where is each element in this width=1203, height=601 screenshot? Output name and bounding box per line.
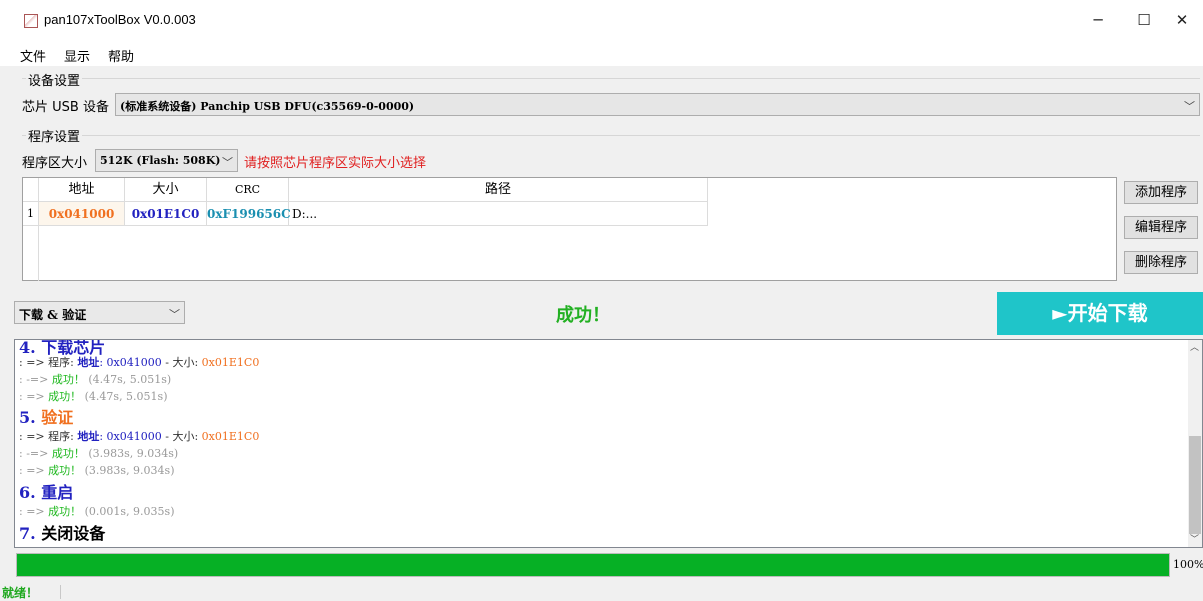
- table-cell-index: 1: [23, 202, 39, 226]
- log-step-num: 5.: [19, 408, 42, 427]
- log-ok: 成功！: [48, 464, 82, 477]
- table-cell-crc[interactable]: 0xF199656C: [207, 202, 291, 226]
- delete-program-button[interactable]: 删除程序: [1124, 251, 1198, 274]
- device-settings-divider: [22, 78, 1200, 79]
- table-header-crc: CRC: [207, 178, 289, 202]
- progress-label: 100%: [1173, 558, 1203, 571]
- log-prefix: : =>: [19, 505, 49, 518]
- chevron-down-icon: ﹀: [222, 156, 233, 169]
- chevron-down-icon: ﹀: [1184, 100, 1195, 113]
- program-table: 地址 大小 CRC 路径 1 0x041000 0x01E1C0 0xF1996…: [22, 177, 1117, 281]
- usb-device-label: 芯片 USB 设备: [22, 100, 109, 115]
- log-line: : => 程序: 地址: 0x041000 - 大小: 0x01E1C0: [19, 428, 259, 444]
- log-addr: : 0x041000: [99, 430, 162, 443]
- program-settings-divider: [22, 135, 1200, 136]
- menu-help[interactable]: 帮助: [108, 46, 134, 65]
- log-line: : => 成功！ (3.983s, 9.034s): [19, 462, 175, 478]
- close-button[interactable]: ✕: [1159, 6, 1203, 34]
- usb-device-value: (标准系统设备) Panchip USB DFU(c35569-0-0000): [120, 100, 415, 113]
- program-area-hint: 请按照芯片程序区实际大小选择: [244, 156, 427, 171]
- log-time: (0.001s, 9.035s): [81, 505, 175, 518]
- start-download-button[interactable]: ►开始下载: [997, 292, 1203, 335]
- log-line: : -=> 成功！ (4.47s, 5.051s): [19, 371, 171, 387]
- log-size: 0x01E1C0: [201, 430, 260, 443]
- scrollbar-thumb[interactable]: [1189, 436, 1201, 534]
- chevron-down-icon: ﹀: [169, 308, 180, 321]
- status-divider: [60, 585, 61, 599]
- log-ok: 成功！: [48, 390, 82, 403]
- log-sep: - 大小:: [161, 356, 202, 369]
- log-prefix: : =>: [19, 390, 49, 403]
- log-addr-label: 地址: [77, 356, 100, 369]
- app-icon: [24, 14, 38, 28]
- log-line: : => 成功！ (4.47s, 5.051s): [19, 388, 168, 404]
- table-header-index: [23, 178, 39, 202]
- menu-bar: [0, 40, 1203, 66]
- table-header-size: 大小: [125, 178, 207, 202]
- device-settings-label: 设备设置: [26, 70, 83, 89]
- download-progress-bar: [16, 553, 1170, 577]
- log-ok: 成功！: [48, 505, 82, 518]
- menu-file[interactable]: 文件: [20, 46, 46, 65]
- log-prefix: : -=>: [19, 447, 52, 460]
- status-message: 成功！: [556, 305, 610, 326]
- add-program-button[interactable]: 添加程序: [1124, 181, 1198, 204]
- table-cell-address[interactable]: 0x041000: [39, 202, 125, 226]
- log-step-title: 验证: [41, 408, 74, 427]
- log-prefix: : =>: [19, 464, 49, 477]
- table-index-column: [23, 226, 39, 281]
- table-header-address: 地址: [39, 178, 125, 202]
- log-prefix: : -=>: [19, 373, 52, 386]
- log-step-num: 7.: [19, 524, 42, 543]
- status-text: 就绪！: [2, 586, 39, 600]
- log-ok: 成功！: [51, 373, 85, 386]
- log-step-title: 关闭设备: [41, 524, 106, 543]
- log-panel[interactable]: 4. 下载芯片 : => 程序: 地址: 0x041000 - 大小: 0x01…: [14, 339, 1203, 548]
- table-cell-size[interactable]: 0x01E1C0: [125, 202, 207, 226]
- log-time: (4.47s, 5.051s): [81, 390, 168, 403]
- log-time: (3.983s, 9.034s): [81, 464, 175, 477]
- log-ok: 成功！: [51, 447, 85, 460]
- log-prefix: : => 程序:: [19, 356, 78, 369]
- program-area-value: 512K (Flash: 508K): [100, 154, 221, 167]
- edit-program-button[interactable]: 编辑程序: [1124, 216, 1198, 239]
- mode-value: 下载 & 验证: [19, 308, 87, 322]
- log-time: (4.47s, 5.051s): [84, 373, 172, 386]
- scroll-down-icon[interactable]: ﹀: [1190, 532, 1199, 545]
- log-line: : => 成功！ (0.001s, 9.035s): [19, 503, 175, 519]
- log-size: 0x01E1C0: [201, 356, 260, 369]
- log-line: : -=> 成功！ (3.983s, 9.034s): [19, 445, 178, 461]
- log-step-7: 7. 关闭设备: [19, 520, 105, 544]
- program-area-select[interactable]: 512K (Flash: 508K) ﹀: [95, 149, 238, 172]
- scroll-up-icon[interactable]: ︿: [1190, 340, 1199, 353]
- log-line: : => 程序: 地址: 0x041000 - 大小: 0x01E1C0: [19, 354, 259, 370]
- log-prefix: : => 程序:: [19, 430, 78, 443]
- log-step-5: 5. 验证: [19, 404, 73, 428]
- log-scrollbar[interactable]: ︿ ﹀: [1188, 340, 1202, 547]
- menu-view[interactable]: 显示: [64, 46, 90, 65]
- progress-fill: [17, 554, 1169, 576]
- table-header-path: 路径: [289, 178, 708, 202]
- program-settings-label: 程序设置: [26, 126, 83, 145]
- log-addr: : 0x041000: [99, 356, 162, 369]
- mode-select[interactable]: 下载 & 验证 ﹀: [14, 301, 185, 324]
- minimize-button[interactable]: ─: [1075, 6, 1121, 34]
- program-area-label: 程序区大小: [22, 156, 88, 171]
- log-step-6: 6. 重启: [19, 483, 74, 502]
- status-bar: [0, 581, 1203, 601]
- usb-device-select[interactable]: (标准系统设备) Panchip USB DFU(c35569-0-0000) …: [115, 93, 1200, 116]
- log-time: (3.983s, 9.034s): [84, 447, 179, 460]
- log-sep: - 大小:: [161, 430, 202, 443]
- window-title: pan107xToolBox V0.0.003: [44, 12, 196, 27]
- table-cell-path[interactable]: D:...: [289, 202, 708, 226]
- log-addr-label: 地址: [77, 430, 100, 443]
